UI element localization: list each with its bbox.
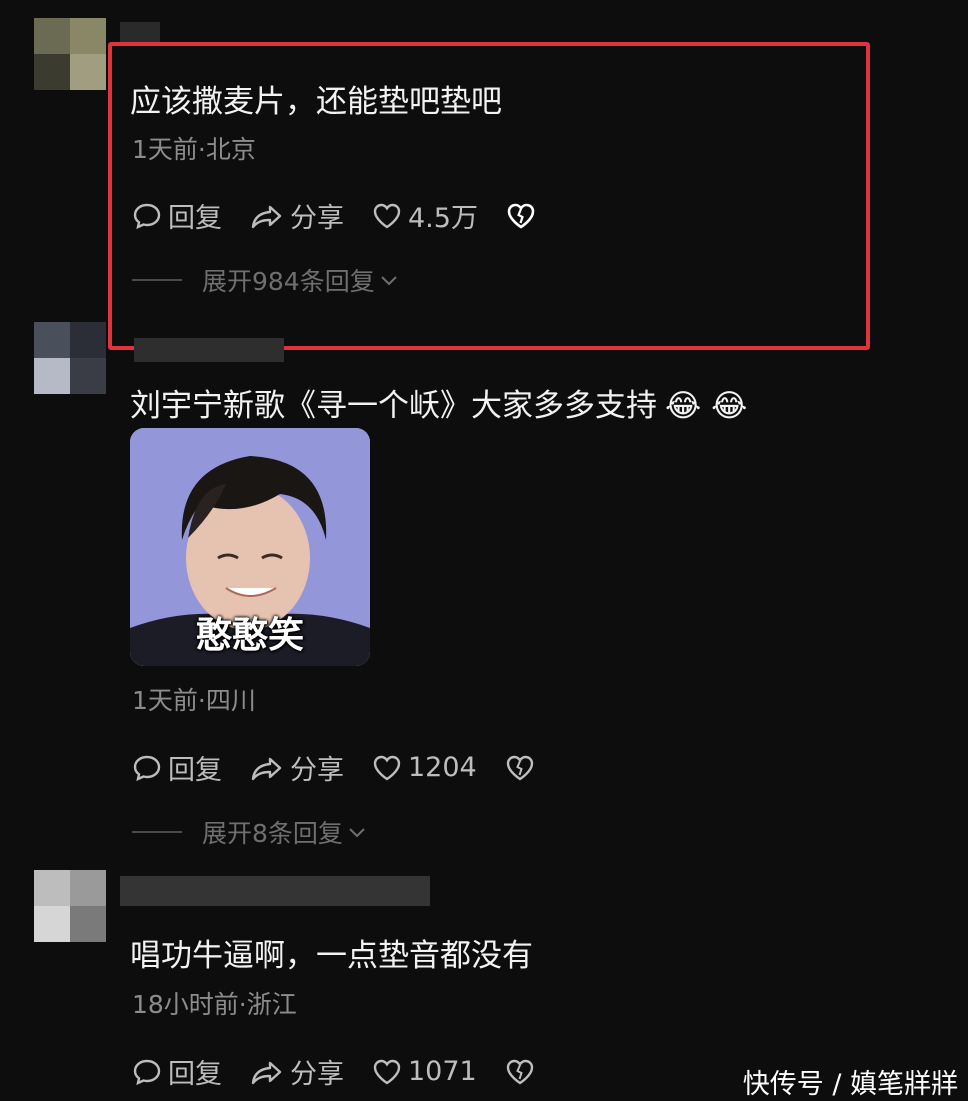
comment-meta: 1天前·四川	[132, 686, 256, 715]
avatar[interactable]	[34, 870, 106, 942]
watermark: 快传号 / 嫃笔牂牂	[742, 1069, 958, 1100]
comment-actions: 回复 分享 1071	[132, 1052, 569, 1091]
expand-label: 展开8条回复	[202, 819, 343, 848]
share-button[interactable]: 分享	[250, 196, 344, 235]
share-label: 分享	[290, 1059, 344, 1090]
broken-heart-icon	[506, 755, 533, 780]
reply-label: 回复	[168, 755, 222, 786]
reply-icon	[133, 755, 161, 781]
heart-icon	[373, 203, 401, 228]
heart-icon	[373, 1059, 401, 1084]
expand-label: 展开984条回复	[202, 267, 375, 296]
avatar[interactable]	[34, 18, 106, 90]
username-blurred	[120, 22, 160, 42]
share-button[interactable]: 分享	[250, 748, 344, 787]
comment-text: 唱功牛逼啊，一点垫音都没有	[130, 938, 533, 974]
laughing-emoji: 😂 😂	[665, 388, 748, 424]
comment-actions: 回复 分享 1204	[132, 748, 569, 787]
like-count: 1071	[408, 1056, 477, 1087]
dislike-button[interactable]	[505, 1057, 541, 1087]
like-button[interactable]: 1071	[372, 1056, 477, 1087]
comment-meta: 1天前·北京	[132, 135, 256, 164]
chevron-down-icon	[349, 828, 365, 838]
reply-icon	[133, 203, 161, 229]
like-button[interactable]: 4.5万	[372, 196, 478, 235]
share-icon	[251, 205, 282, 228]
dislike-button[interactable]	[506, 201, 542, 231]
comment-meta: 18小时前·浙江	[132, 990, 297, 1019]
expand-replies[interactable]: 展开8条回复	[132, 814, 368, 850]
reply-icon	[133, 1059, 161, 1085]
share-label: 分享	[290, 755, 344, 786]
like-count: 4.5万	[408, 203, 478, 234]
broken-heart-icon	[507, 203, 535, 229]
sticker-image[interactable]: 憨憨笑	[130, 428, 370, 666]
share-button[interactable]: 分享	[250, 1052, 344, 1091]
heart-icon	[373, 755, 401, 780]
like-count: 1204	[408, 752, 477, 783]
share-icon	[251, 757, 282, 780]
username-blurred	[134, 338, 284, 362]
comment-actions: 回复 分享 4.5万	[132, 196, 570, 235]
divider-line	[132, 831, 182, 833]
broken-heart-icon	[506, 1059, 533, 1084]
share-label: 分享	[290, 203, 344, 234]
comment-text-row: 刘宇宁新歌《寻一个岆》大家多多支持 😂 😂	[130, 386, 747, 426]
share-icon	[251, 1061, 282, 1084]
sticker-caption: 憨憨笑	[195, 615, 304, 656]
comment-text: 应该撒麦片，还能垫吧垫吧	[130, 84, 502, 120]
chevron-down-icon	[381, 276, 397, 286]
expand-replies[interactable]: 展开984条回复	[132, 262, 400, 298]
avatar[interactable]	[34, 322, 106, 394]
reply-button[interactable]: 回复	[132, 748, 222, 787]
comment-text: 刘宇宁新歌《寻一个岆》大家多多支持	[130, 388, 657, 424]
reply-button[interactable]: 回复	[132, 196, 222, 235]
divider-line	[132, 279, 182, 281]
reply-label: 回复	[168, 1059, 222, 1090]
dislike-button[interactable]	[505, 753, 541, 783]
reply-label: 回复	[168, 203, 222, 234]
like-button[interactable]: 1204	[372, 752, 477, 783]
reply-button[interactable]: 回复	[132, 1052, 222, 1091]
username-blurred	[120, 876, 430, 906]
